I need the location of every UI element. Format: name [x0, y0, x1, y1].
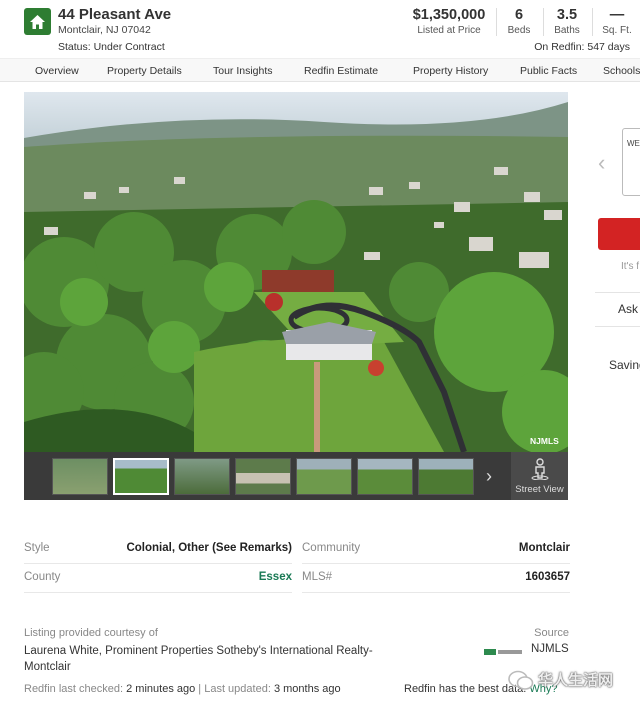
thumbnail[interactable] [174, 458, 230, 495]
last-checked: Redfin last checked: 2 minutes ago | Las… [24, 683, 341, 695]
style-label: Style [24, 542, 50, 554]
tab-property-history[interactable]: Property History [413, 65, 488, 77]
baths-value: 3.5 [556, 7, 578, 23]
thumbnail[interactable] [296, 458, 352, 495]
street-view-icon [531, 458, 549, 480]
courtesy-text: Laurena White, Prominent Properties Soth… [24, 645, 373, 673]
price-label: Listed at Price [417, 25, 481, 36]
main-property-photo[interactable] [24, 92, 568, 452]
detail-row-community: Community Montclair [302, 536, 570, 564]
savings-text: Saving [609, 358, 640, 372]
county-label: County [24, 571, 61, 583]
price-value: $1,350,000 [412, 7, 486, 23]
divider [592, 8, 593, 36]
chevron-left-icon[interactable]: ‹ [598, 150, 605, 176]
tab-public-facts[interactable]: Public Facts [520, 65, 577, 77]
photo-watermark: NJMLS [530, 436, 559, 446]
address-title: 44 Pleasant Ave [58, 6, 172, 23]
beds-value: 6 [514, 7, 524, 23]
sqft-value: — [609, 7, 625, 23]
divider [543, 8, 544, 36]
detail-row-county: County Essex [24, 565, 292, 593]
price-stat: $1,350,000 Listed at Price [408, 6, 490, 37]
wechat-icon [508, 670, 534, 690]
divider [595, 326, 640, 327]
courtesy-label: Listing provided courtesy of [24, 627, 158, 639]
detail-row-mls: MLS# 1603657 [302, 565, 570, 593]
thumbnail-strip: › Street View [24, 452, 568, 500]
home-icon[interactable] [24, 8, 51, 35]
source-value: NJMLS [531, 643, 569, 655]
last-updated-label: | Last updated: [198, 683, 271, 695]
tab-property-details[interactable]: Property Details [107, 65, 182, 77]
beds-label: Beds [507, 25, 531, 36]
tab-schools[interactable]: Schools [603, 65, 640, 77]
city-state-zip: Montclair, NJ 07042 [58, 24, 151, 36]
last-checked-label: Redfin last checked: [24, 683, 124, 695]
street-view-label: Street View [515, 484, 564, 495]
ask-question-link[interactable]: Ask [618, 302, 638, 316]
thumbnail[interactable] [418, 458, 474, 495]
listing-header: 44 Pleasant Ave Montclair, NJ 07042 Stat… [0, 0, 640, 58]
county-link[interactable]: Essex [259, 571, 292, 583]
mls-value: 1603657 [525, 571, 570, 583]
listing-status: Status: Under Contract [58, 41, 165, 53]
community-value: Montclair [518, 542, 570, 554]
thumbnail-selected[interactable] [113, 458, 169, 495]
street-view-button[interactable]: Street View [511, 452, 568, 500]
thumbnail[interactable] [235, 458, 291, 495]
tour-box[interactable]: WE [622, 128, 640, 196]
beds-stat: 6 Beds [500, 6, 538, 37]
last-checked-value: 2 minutes ago [126, 683, 196, 695]
tab-redfin-estimate[interactable]: Redfin Estimate [304, 65, 378, 77]
baths-label: Baths [554, 25, 580, 36]
days-on-redfin: On Redfin: 547 days [534, 41, 630, 53]
divider [496, 8, 497, 36]
divider [595, 292, 640, 293]
next-photo-arrow[interactable]: › [486, 466, 492, 487]
detail-row-style: Style Colonial, Other (See Remarks) [24, 536, 292, 564]
thumbnail[interactable] [52, 458, 108, 495]
style-value: Colonial, Other (See Remarks) [126, 542, 292, 554]
last-updated-value: 3 months ago [273, 683, 341, 695]
mls-label: MLS# [302, 571, 333, 583]
request-tour-button[interactable] [598, 218, 640, 250]
sqft-label: Sq. Ft. [602, 25, 632, 36]
baths-stat: 3.5 Baths [548, 6, 586, 37]
side-note: It's f [621, 261, 640, 272]
source-label: Source [534, 627, 569, 639]
section-nav: Overview Property Details Tour Insights … [0, 58, 640, 82]
thumbnail[interactable] [357, 458, 413, 495]
tab-overview[interactable]: Overview [35, 65, 79, 77]
sqft-stat: — Sq. Ft. [598, 6, 636, 37]
tab-tour-insights[interactable]: Tour Insights [213, 65, 273, 77]
community-label: Community [302, 542, 361, 554]
wechat-label: 华人生活网 [538, 671, 614, 689]
njmls-logo-icon [484, 649, 522, 655]
wechat-watermark: 华人生活网 [508, 667, 633, 695]
